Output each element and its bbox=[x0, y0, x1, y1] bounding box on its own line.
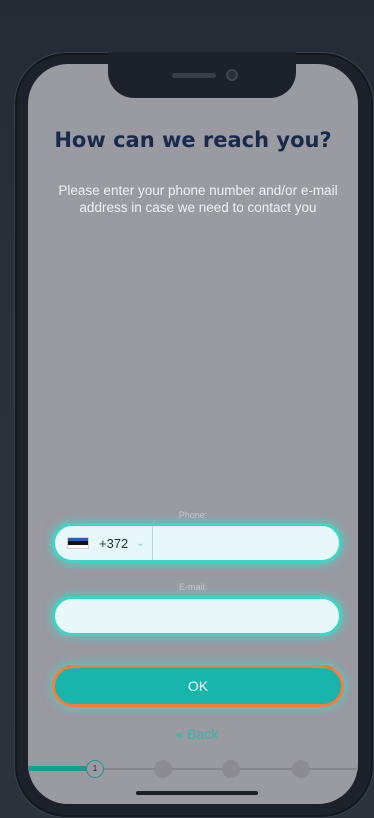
progress-step-4 bbox=[292, 760, 310, 778]
phone-notch bbox=[108, 52, 296, 98]
email-input[interactable] bbox=[55, 599, 339, 633]
page-subtitle: Please enter your phone number and/or e-… bbox=[58, 183, 338, 215]
email-label: E-mail: bbox=[178, 582, 207, 592]
camera-icon bbox=[226, 69, 238, 81]
back-link[interactable]: « Back bbox=[10, 726, 374, 742]
progress-step-1: 1 bbox=[86, 760, 104, 778]
progress-step-3 bbox=[222, 760, 240, 778]
dial-code: +372 bbox=[99, 535, 129, 551]
phone-field: +372 ⌄ bbox=[52, 523, 342, 563]
chevron-down-icon: ⌄ bbox=[136, 537, 145, 549]
email-field bbox=[52, 596, 342, 636]
progress-fill bbox=[28, 766, 87, 771]
speaker-grille bbox=[172, 73, 216, 78]
progress-step-2 bbox=[154, 760, 172, 778]
estonia-flag-icon bbox=[67, 537, 89, 549]
page-title: How can we reach you? bbox=[54, 128, 332, 152]
phone-label: Phone: bbox=[178, 510, 208, 520]
ok-button[interactable]: OK bbox=[52, 665, 344, 707]
home-indicator bbox=[136, 791, 258, 795]
phone-input[interactable] bbox=[153, 526, 339, 560]
country-code-select[interactable]: +372 ⌄ bbox=[55, 526, 153, 560]
